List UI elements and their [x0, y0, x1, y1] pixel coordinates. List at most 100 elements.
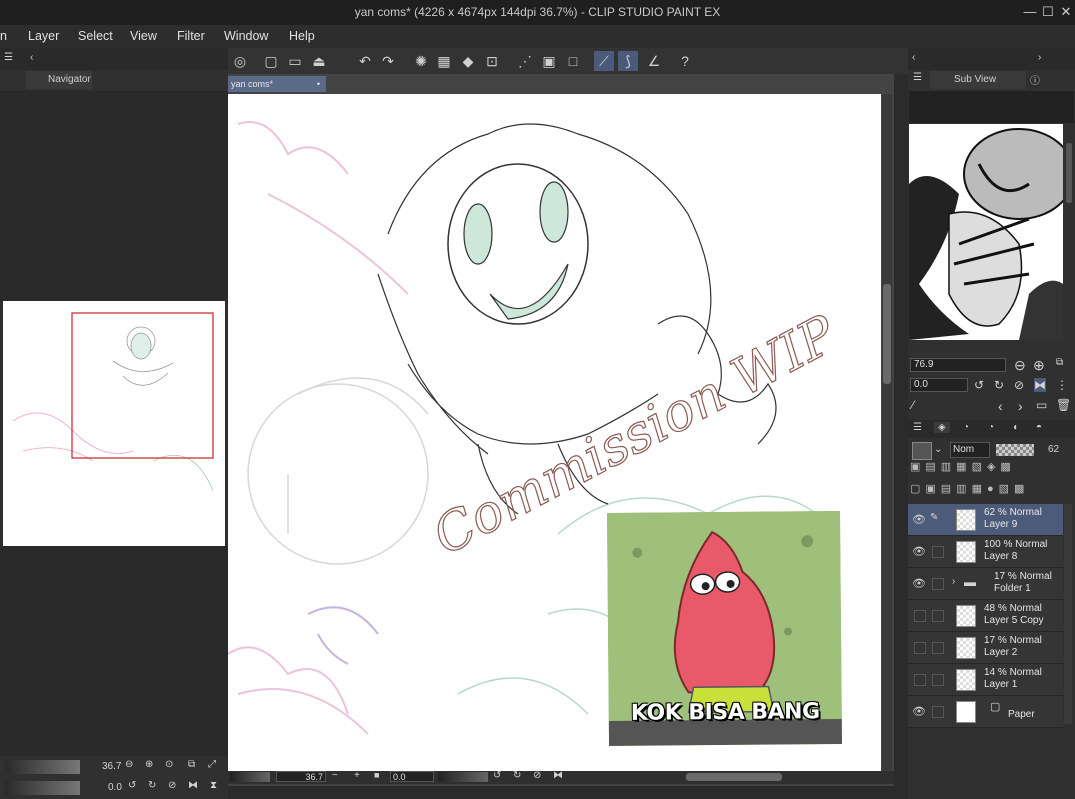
- fill-icon[interactable]: ◆: [458, 51, 478, 71]
- layer-tab-icon[interactable]: ◈: [934, 422, 950, 433]
- chevron-down-icon[interactable]: ⌄: [934, 444, 942, 455]
- transform-icon[interactable]: ⊡: [482, 51, 502, 71]
- snap-grid-icon[interactable]: ∠: [644, 51, 664, 71]
- flip-vertical-icon[interactable]: ⧗: [210, 780, 217, 791]
- opacity-slider[interactable]: [996, 444, 1034, 456]
- visibility-box[interactable]: [914, 674, 926, 686]
- layer-row-layer-8[interactable]: 👁 100 % Normal Layer 8: [908, 536, 1063, 568]
- layer-row-layer-1[interactable]: 14 % Normal Layer 1: [908, 664, 1063, 696]
- tab-sub-view[interactable]: Sub View: [930, 71, 1026, 89]
- blend-mode-select[interactable]: Nom: [950, 442, 990, 458]
- redo-icon[interactable]: ↷: [378, 51, 398, 71]
- subview-more-icon[interactable]: ⋮: [1056, 378, 1068, 392]
- eyedropper-icon[interactable]: ⁄: [912, 398, 914, 412]
- rotate-slider[interactable]: [5, 781, 80, 795]
- layer-lock-box[interactable]: [932, 674, 944, 686]
- menu-select[interactable]: Select: [78, 29, 113, 43]
- status-rotate-left-icon[interactable]: ↺: [493, 770, 501, 781]
- actual-size-icon[interactable]: ⤢: [208, 759, 216, 770]
- status-zoom-in-icon[interactable]: +: [354, 770, 360, 781]
- menu-layer[interactable]: Layer: [28, 29, 59, 43]
- visibility-box[interactable]: [914, 610, 926, 622]
- undo-icon[interactable]: ↶: [355, 51, 375, 71]
- open-folder-icon[interactable]: ▭: [285, 51, 305, 71]
- close-tab-icon[interactable]: •: [317, 76, 320, 92]
- layer-lock-box[interactable]: [932, 546, 944, 558]
- minimize-button[interactable]: —: [1020, 3, 1040, 21]
- auto-action-tab-icon[interactable]: ◖: [1012, 422, 1018, 433]
- reset-rotate-icon[interactable]: ⊘: [168, 780, 176, 791]
- layer-row-layer-5-copy[interactable]: 48 % Normal Layer 5 Copy: [908, 600, 1063, 632]
- layer-lock-box[interactable]: [932, 706, 944, 718]
- help-icon[interactable]: ?: [675, 51, 695, 71]
- subview-zoom-field[interactable]: 76.9: [910, 358, 1006, 372]
- new-file-icon[interactable]: ▢: [261, 51, 281, 71]
- subview-fit-icon[interactable]: ⧉: [1056, 357, 1063, 368]
- status-reset-icon[interactable]: ⊘: [533, 770, 541, 781]
- layer-tool-row-1[interactable]: ▣▤▥▦▧◈▩: [910, 460, 1073, 478]
- menu-help[interactable]: Help: [289, 29, 315, 43]
- vertical-scroll-thumb[interactable]: [883, 284, 891, 384]
- status-zoom-out-icon[interactable]: −: [332, 770, 338, 781]
- horizontal-scroll-thumb[interactable]: [686, 773, 782, 781]
- rotate-right-icon[interactable]: ↻: [148, 780, 156, 791]
- visibility-box[interactable]: [914, 642, 926, 654]
- clear-outside-icon[interactable]: ▦: [434, 51, 454, 71]
- fit-icon[interactable]: ⊙: [165, 759, 173, 770]
- save-icon[interactable]: ⏏: [309, 51, 329, 71]
- menu-filter[interactable]: Filter: [177, 29, 205, 43]
- flip-horizontal-icon[interactable]: ⧓: [188, 780, 198, 791]
- next-image-icon[interactable]: ›: [1018, 398, 1023, 414]
- navigator-preview[interactable]: [3, 301, 225, 546]
- snap-special-ruler-icon[interactable]: ⟆: [618, 51, 638, 71]
- layer-color-swatch[interactable]: [912, 442, 932, 460]
- layer-row-layer-2[interactable]: 17 % Normal Layer 2: [908, 632, 1063, 664]
- eye-icon[interactable]: 👁: [912, 705, 926, 718]
- invert-selection-icon[interactable]: ▣: [539, 51, 559, 71]
- status-rotate-slider[interactable]: [438, 772, 488, 782]
- subview-zoom-out-icon[interactable]: ⊖: [1014, 357, 1026, 374]
- import-image-icon[interactable]: ▭: [1036, 398, 1047, 412]
- zoom-slider[interactable]: [5, 760, 80, 774]
- layer-row-paper[interactable]: 👁 ▢ Paper: [908, 696, 1063, 728]
- subview-flip-icon[interactable]: ⧓: [1034, 378, 1046, 392]
- fit-screen-icon[interactable]: ⧉: [188, 759, 195, 770]
- eye-icon[interactable]: 👁: [912, 577, 926, 590]
- menu-file[interactable]: n: [0, 29, 7, 43]
- status-rotation[interactable]: 0.0: [390, 771, 434, 782]
- deselect-icon[interactable]: ⋰: [515, 51, 535, 71]
- menu-icon[interactable]: ☰: [4, 52, 13, 63]
- color-tab-icon[interactable]: ◓: [1036, 422, 1042, 433]
- maximize-button[interactable]: ☐: [1038, 3, 1058, 21]
- status-flip-icon[interactable]: ⧓: [553, 770, 563, 781]
- selection-border-icon[interactable]: □: [563, 51, 583, 71]
- document-tab[interactable]: yan coms* •: [228, 76, 326, 92]
- subview-zoom-in-icon[interactable]: ⊕: [1033, 357, 1045, 374]
- menu-window[interactable]: Window: [224, 29, 268, 43]
- layer-row-layer-9[interactable]: 👁 ✎ 62 % Normal Layer 9: [908, 504, 1063, 536]
- subview-reset-icon[interactable]: ⊘: [1014, 378, 1024, 392]
- info-icon[interactable]: ⓘ: [1030, 72, 1040, 87]
- drawing-canvas[interactable]: Commission WIP KOK BISA BANG: [228, 94, 881, 771]
- eye-icon[interactable]: 👁: [912, 513, 926, 526]
- layer-lock-box[interactable]: [932, 610, 944, 622]
- eye-icon[interactable]: 👁: [912, 545, 926, 558]
- layer-lock-box[interactable]: [932, 642, 944, 654]
- subview-rotate-field[interactable]: 0.0: [910, 378, 968, 392]
- clear-icon[interactable]: ✺: [411, 51, 431, 71]
- subview-reference-image[interactable]: [909, 124, 1063, 340]
- folder-expand-icon[interactable]: ›: [952, 576, 955, 587]
- vertical-scrollbar[interactable]: [882, 94, 892, 771]
- subview-rotate-right-icon[interactable]: ↻: [994, 378, 1004, 392]
- menu-view[interactable]: View: [130, 29, 157, 43]
- zoom-out-icon[interactable]: ⊖: [125, 759, 133, 770]
- app-icon[interactable]: ◎: [230, 51, 250, 71]
- rotate-left-icon[interactable]: ↺: [128, 780, 136, 791]
- subview-rotate-left-icon[interactable]: ↺: [974, 378, 984, 392]
- status-fit-icon[interactable]: ■: [374, 770, 379, 780]
- delete-image-icon[interactable]: 🗑: [1056, 398, 1071, 412]
- layer-scrollbar[interactable]: [1064, 504, 1072, 724]
- layer-property-tab-icon[interactable]: ◔: [963, 422, 969, 433]
- zoom-in-icon[interactable]: ⊕: [145, 759, 153, 770]
- history-tab-icon[interactable]: ◔: [988, 422, 994, 433]
